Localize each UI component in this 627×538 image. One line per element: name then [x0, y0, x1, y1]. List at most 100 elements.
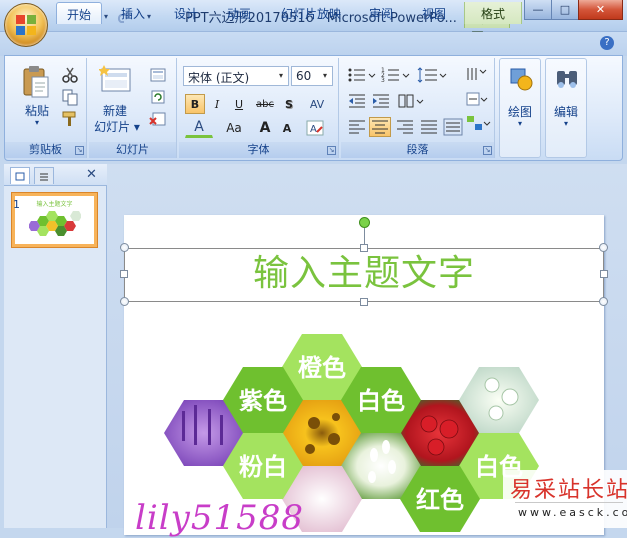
- hexagon-pink-white-label: 粉白: [239, 453, 287, 481]
- font-launcher-icon[interactable]: ↘: [327, 146, 336, 155]
- editing-dropdown-icon[interactable]: ▾: [546, 119, 586, 128]
- increase-indent-icon[interactable]: [371, 92, 391, 110]
- font-size-value: 60: [296, 69, 312, 83]
- align-center-button[interactable]: [369, 117, 391, 137]
- outline-tab[interactable]: [34, 167, 54, 184]
- slide-thumbnail[interactable]: 输入主题文字: [11, 192, 98, 248]
- font-name-combo[interactable]: 宋体 (正文) ▾: [183, 66, 289, 86]
- slide-title[interactable]: 输入主题文字: [124, 250, 604, 298]
- character-spacing-button[interactable]: AV: [303, 94, 331, 114]
- resize-handle-bottom[interactable]: [360, 298, 368, 306]
- tab-animation[interactable]: 动画: [216, 2, 262, 24]
- resize-handle-bottom-left[interactable]: [120, 297, 129, 306]
- smartart-icon[interactable]: [465, 114, 491, 132]
- minimize-button[interactable]: —: [524, 0, 552, 20]
- undo-dropdown-icon[interactable]: ▾: [102, 7, 110, 25]
- maximize-button[interactable]: □: [551, 0, 579, 20]
- font-size-combo[interactable]: 60 ▾: [291, 66, 333, 86]
- font-color-button[interactable]: A: [185, 118, 213, 138]
- align-left-icon[interactable]: [347, 118, 367, 136]
- paste-button[interactable]: 粘贴: [21, 102, 53, 119]
- justify-icon[interactable]: [419, 118, 439, 136]
- office-button[interactable]: [4, 3, 48, 47]
- drawing-button: 绘图: [507, 105, 532, 119]
- paste-icon[interactable]: [21, 64, 51, 100]
- site-logo-divider: [515, 502, 623, 503]
- layout-icon[interactable]: [149, 66, 167, 84]
- cut-icon[interactable]: [61, 66, 79, 84]
- clipboard-launcher-icon[interactable]: ↘: [75, 146, 84, 155]
- resize-handle-right[interactable]: [600, 270, 608, 278]
- align-right-icon[interactable]: [395, 118, 415, 136]
- group-clipboard: 粘贴 ▾ 剪贴板 ↘: [5, 58, 87, 158]
- tab-format[interactable]: 格式: [464, 2, 522, 24]
- reset-icon[interactable]: [149, 88, 167, 106]
- thumbnail-hexagons-icon: [29, 211, 81, 236]
- slide-thumbnail-content: 输入主题文字: [15, 196, 94, 244]
- columns-icon[interactable]: [397, 92, 425, 110]
- resize-handle-left[interactable]: [120, 270, 128, 278]
- font-name-value: 宋体 (正文): [188, 71, 250, 85]
- paragraph-launcher-icon[interactable]: ↘: [483, 146, 492, 155]
- panel-tabs: ✕: [4, 164, 107, 186]
- bold-button[interactable]: B: [185, 94, 205, 114]
- group-drawing[interactable]: 绘图 ▾: [499, 58, 541, 158]
- close-button[interactable]: ✕: [578, 0, 623, 20]
- tab-insert[interactable]: 插入: [110, 2, 156, 24]
- hexagon-red-label: 红色: [416, 486, 464, 514]
- paste-dropdown-icon[interactable]: ▾: [31, 118, 43, 127]
- slide-number: 1: [13, 198, 20, 211]
- underline-button[interactable]: U: [229, 94, 249, 114]
- clear-formatting-icon[interactable]: A: [305, 118, 325, 138]
- hexagon-orange-label: 橙色: [298, 354, 346, 382]
- slides-tab[interactable]: [10, 167, 30, 184]
- font-size-dropdown-icon[interactable]: ▾: [318, 67, 332, 85]
- line-spacing-icon[interactable]: [417, 66, 447, 84]
- shrink-font-button[interactable]: A: [277, 118, 297, 138]
- svg-text:A: A: [310, 124, 317, 135]
- tab-view[interactable]: 视图: [411, 2, 457, 24]
- decrease-indent-icon[interactable]: [347, 92, 367, 110]
- new-slide-dropdown[interactable]: 幻灯片 ▾: [91, 118, 143, 135]
- drawing-shapes-icon: [510, 68, 533, 91]
- watermark-text: lily51588: [135, 498, 304, 538]
- change-case-button[interactable]: Aa: [219, 118, 249, 138]
- group-editing[interactable]: 编辑 ▾: [545, 58, 587, 158]
- align-text-icon[interactable]: [465, 90, 491, 108]
- tab-home[interactable]: 开始: [56, 2, 102, 24]
- editing-button: 编辑: [553, 105, 578, 119]
- tab-design[interactable]: 设计: [163, 2, 209, 24]
- tab-slideshow[interactable]: 幻灯片放映: [270, 2, 352, 24]
- text-direction-icon[interactable]: [465, 66, 491, 84]
- resize-handle-top-left[interactable]: [120, 243, 129, 252]
- distributed-icon[interactable]: [443, 118, 463, 136]
- resize-handle-bottom-right[interactable]: [599, 297, 608, 306]
- copy-icon[interactable]: [61, 88, 79, 106]
- drawing-dropdown-icon[interactable]: ▾: [500, 119, 540, 128]
- bullets-icon[interactable]: [347, 66, 377, 84]
- binoculars-icon: [557, 71, 577, 88]
- ribbon: 粘贴 ▾ 剪贴板 ↘ 新建 幻灯片 ▾ 幻灯片 宋体 (正文) ▾ 60 ▾ B I…: [4, 55, 623, 161]
- italic-button[interactable]: I: [207, 94, 227, 114]
- thumbnail-title: 输入主题文字: [36, 201, 73, 208]
- strikethrough-button[interactable]: abc: [253, 94, 277, 114]
- font-name-dropdown-icon[interactable]: ▾: [274, 67, 288, 85]
- resize-handle-top-right[interactable]: [599, 243, 608, 252]
- align-center-icon: [372, 120, 388, 134]
- group-label-font: 字体: [179, 142, 338, 158]
- help-icon[interactable]: ?: [600, 36, 614, 50]
- outline-tab-icon: [40, 173, 48, 180]
- close-panel-icon[interactable]: ✕: [86, 167, 97, 182]
- group-label-slides: 幻灯片: [89, 142, 176, 158]
- delete-slide-icon[interactable]: [149, 110, 167, 128]
- new-slide-button[interactable]: 新建: [95, 102, 135, 119]
- tab-review[interactable]: 审阅: [358, 2, 404, 24]
- format-painter-icon[interactable]: [61, 110, 79, 128]
- new-slide-icon[interactable]: [99, 64, 133, 96]
- resize-handle-top[interactable]: [360, 244, 368, 252]
- rotation-handle[interactable]: [359, 217, 370, 228]
- group-label-paragraph: 段落: [341, 142, 494, 158]
- text-shadow-button[interactable]: S: [279, 94, 299, 114]
- numbering-icon[interactable]: 123: [381, 66, 411, 84]
- grow-font-button[interactable]: A: [255, 118, 275, 138]
